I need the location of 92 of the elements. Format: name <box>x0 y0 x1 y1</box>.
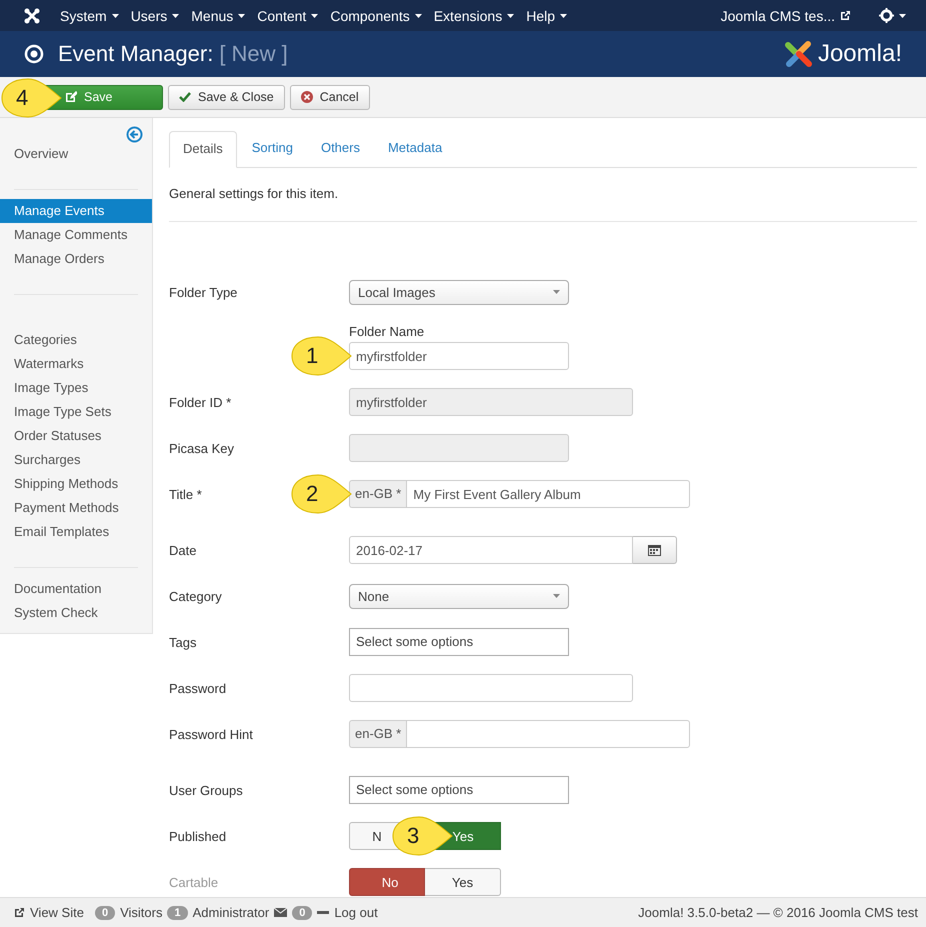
tags-field[interactable]: Select some options <box>349 776 569 804</box>
sidebar-item[interactable]: Image Types <box>0 376 152 400</box>
menu-item[interactable]: Components <box>330 8 422 24</box>
caret-icon <box>172 14 180 18</box>
field-label: Category <box>169 588 222 604</box>
count-badge: 0 <box>94 906 116 920</box>
text-field[interactable] <box>406 720 690 748</box>
field-label: Tags <box>169 634 196 650</box>
tab[interactable]: Details <box>169 131 237 168</box>
sidebar-item[interactable]: Email Templates <box>0 520 152 544</box>
text-field[interactable]: myfirstfolder <box>349 388 633 416</box>
caret-icon <box>560 14 567 18</box>
collapse-icon[interactable] <box>126 126 143 143</box>
view-site-link[interactable]: View Site <box>30 905 84 920</box>
description-text: General settings for this item. <box>169 186 340 201</box>
field-label: Cartable <box>169 874 218 890</box>
joomla-logo-icon <box>784 39 814 69</box>
tab[interactable]: Metadata <box>374 131 456 167</box>
callout-tooltip: 4 <box>0 77 62 119</box>
sidebar-item[interactable]: Order Statuses <box>0 424 152 448</box>
text-field[interactable]: My First Event Gallery Album <box>406 480 690 508</box>
calendar-icon <box>648 544 661 556</box>
menu-item[interactable]: Extensions <box>434 8 514 24</box>
edit-icon <box>65 91 77 103</box>
sidebar-item[interactable]: Payment Methods <box>0 496 152 520</box>
tab[interactable]: Sorting <box>238 131 306 167</box>
dropdown-field[interactable]: Local Images <box>349 280 569 304</box>
language-tag: en-GB * <box>349 720 406 748</box>
menu-item[interactable]: Users <box>130 8 180 24</box>
joomla-logo-icon <box>24 8 40 24</box>
sidebar-item[interactable]: Overview <box>0 142 152 166</box>
caret-icon <box>899 14 906 18</box>
sidebar-item[interactable]: System Check <box>0 601 152 625</box>
page-subtitle: [ New ] <box>219 41 288 67</box>
calendar-button[interactable] <box>633 536 677 564</box>
status-label: Visitors <box>120 905 162 920</box>
field-label: Password Hint <box>169 726 253 742</box>
dropdown-field[interactable]: None <box>349 584 569 608</box>
date-field[interactable]: 2016-02-17 <box>349 536 633 564</box>
logo-text: Joomla! <box>818 40 902 68</box>
sidebar-item[interactable]: Manage Orders <box>0 247 152 271</box>
caret-icon <box>414 14 422 18</box>
minus-icon <box>317 911 330 914</box>
caret-icon <box>553 594 560 598</box>
text-field[interactable] <box>349 434 569 462</box>
settings-icon <box>879 8 894 23</box>
sidebar-item[interactable]: Watermarks <box>0 352 152 376</box>
external-link-icon <box>14 907 25 918</box>
language-tag: en-GB * <box>349 480 406 508</box>
menu-item[interactable]: Help <box>526 8 567 24</box>
caret-icon <box>238 14 246 18</box>
field-label: Folder ID * <box>169 394 232 410</box>
page-title: Event Manager: <box>58 41 214 67</box>
menu-item[interactable]: Menus <box>191 8 246 24</box>
sidebar-item[interactable]: Surcharges <box>0 448 152 472</box>
count-badge: 1 <box>167 906 188 920</box>
sidebar-item[interactable]: Manage Events <box>0 199 152 223</box>
logout-link[interactable]: Log out <box>334 905 378 920</box>
status-label: Administrator <box>192 905 270 920</box>
sidebar-item[interactable]: Shipping Methods <box>0 472 152 496</box>
field-label: Folder Name <box>349 324 426 339</box>
sidebar-item[interactable]: Manage Comments <box>0 223 152 247</box>
field-label: User Groups <box>169 782 243 798</box>
field-label: Title * <box>169 486 202 502</box>
external-link-icon <box>840 10 851 21</box>
field-label: Folder Type <box>169 284 238 300</box>
count-badge: 0 <box>292 906 312 920</box>
save-close-button[interactable]: Save & Close <box>168 84 285 110</box>
caret-icon <box>311 14 318 18</box>
sidebar-item[interactable]: Documentation <box>0 577 152 601</box>
target-icon <box>24 44 44 64</box>
caret-icon <box>507 14 514 18</box>
text-field[interactable]: myfirstfolder <box>349 342 569 370</box>
field-label: Published <box>169 828 226 844</box>
password-field[interactable] <box>349 674 633 702</box>
caret-icon <box>112 14 119 18</box>
menu-item[interactable]: Content <box>257 8 318 24</box>
version-text: Joomla! 3.5.0-beta2 — © 2016 Joomla CMS test <box>638 905 918 920</box>
field-label: Date <box>169 542 196 558</box>
tags-field[interactable]: Select some options <box>349 628 569 656</box>
sidebar-item[interactable]: Categories <box>0 328 152 352</box>
cancel-icon <box>300 91 313 103</box>
field-label: Picasa Key <box>169 440 234 456</box>
check-icon <box>179 92 191 102</box>
sidebar-item[interactable]: Image Type Sets <box>0 400 152 424</box>
tab[interactable]: Others <box>308 131 373 167</box>
menu-item[interactable]: System <box>60 8 119 24</box>
site-link[interactable]: Joomla CMS tes... <box>720 8 851 24</box>
cancel-button[interactable]: Cancel <box>290 84 370 110</box>
field-label: Password <box>169 680 226 696</box>
caret-icon <box>553 290 560 294</box>
envelope-icon <box>274 908 288 917</box>
